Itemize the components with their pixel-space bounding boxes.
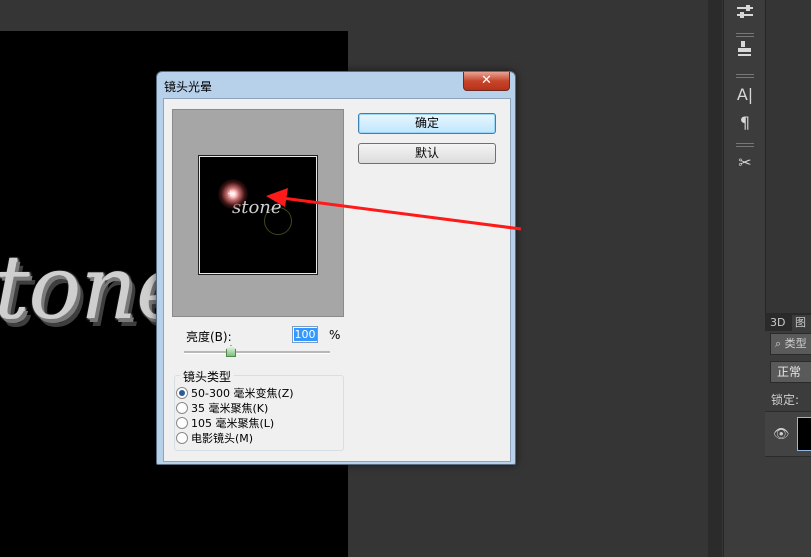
character-icon[interactable]: A| xyxy=(730,82,760,108)
dialog-titlebar[interactable]: 镜头光晕 ✕ xyxy=(157,72,515,98)
eye-icon[interactable]: 👁 xyxy=(773,427,790,442)
radio-button[interactable] xyxy=(176,402,188,414)
lens-option-35mm[interactable]: 35 毫米聚焦(K) xyxy=(176,400,268,415)
lens-flare-dialog: 镜头光晕 ✕ stone + 确定 默认 亮度(B): 100 % 镜头类型 5… xyxy=(156,71,516,465)
radio-button[interactable] xyxy=(176,432,188,444)
lens-type-title: 镜头类型 xyxy=(180,368,235,385)
brightness-slider[interactable] xyxy=(184,351,330,354)
slider-thumb[interactable] xyxy=(226,345,236,357)
lens-option-movie[interactable]: 电影镜头(M) xyxy=(176,430,253,445)
paragraph-icon[interactable]: ¶ xyxy=(730,110,760,136)
radio-button[interactable] xyxy=(176,417,188,429)
panel-tab-bar: 3D 图 xyxy=(765,313,811,331)
layer-row[interactable]: 👁 xyxy=(765,411,811,457)
brightness-label: 亮度(B): xyxy=(186,330,232,344)
reset-button[interactable]: 默认 xyxy=(358,143,496,164)
panel-grip[interactable] xyxy=(736,33,754,37)
layer-thumbnail xyxy=(797,417,811,451)
search-icon: ⌕ xyxy=(775,337,782,350)
crosshair-icon: + xyxy=(227,189,235,199)
preview-frame: stone + xyxy=(172,109,344,317)
panel-grip[interactable] xyxy=(736,143,754,147)
layers-panel: 3D 图 ⌕ 类型 正常 锁定: 👁 xyxy=(765,313,811,557)
blend-mode-select[interactable]: 正常 xyxy=(770,361,811,383)
lens-option-label: 105 毫米聚焦(L) xyxy=(191,417,275,430)
brightness-input[interactable]: 100 xyxy=(292,326,318,343)
radio-button[interactable] xyxy=(176,387,188,399)
lens-option-label: 35 毫米聚焦(K) xyxy=(191,402,269,415)
tab-3d[interactable]: 3D xyxy=(770,315,785,331)
lock-label: 锁定: xyxy=(771,393,800,407)
lens-option-label: 50-300 毫米变焦(Z) xyxy=(191,387,294,400)
panel-divider xyxy=(708,0,722,557)
sliders-icon[interactable] xyxy=(730,2,760,28)
percent-label: % xyxy=(329,328,341,342)
panel-dock: A| ¶ ✂ xyxy=(723,0,766,557)
dialog-body: stone + 确定 默认 亮度(B): 100 % 镜头类型 50-300 毫… xyxy=(163,98,511,462)
brightness-value: 100 xyxy=(293,328,317,341)
lens-option-zoom[interactable]: 50-300 毫米变焦(Z) xyxy=(176,385,294,400)
tab-layers[interactable]: 图 xyxy=(792,315,811,331)
layer-filter-input[interactable]: ⌕ 类型 xyxy=(770,333,811,355)
blend-mode-value: 正常 xyxy=(777,365,802,379)
tools-icon[interactable]: ✂ xyxy=(730,150,760,176)
close-icon[interactable]: ✕ xyxy=(463,72,510,91)
ok-button[interactable]: 确定 xyxy=(358,113,496,134)
lens-option-105mm[interactable]: 105 毫米聚焦(L) xyxy=(176,415,274,430)
lens-option-label: 电影镜头(M) xyxy=(191,432,254,445)
flare-preview[interactable]: stone + xyxy=(199,156,317,274)
panel-grip[interactable] xyxy=(736,74,754,78)
filter-type-label: 类型 xyxy=(784,337,807,350)
stamp-icon[interactable] xyxy=(730,40,760,66)
dialog-title: 镜头光晕 xyxy=(164,80,213,94)
